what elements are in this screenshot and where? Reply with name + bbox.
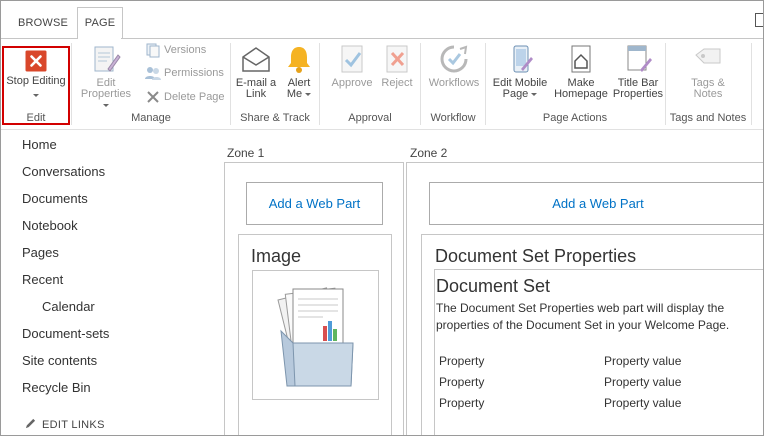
property-name: Property bbox=[439, 354, 485, 368]
property-name: Property bbox=[439, 396, 485, 410]
ribbon: Stop Editing Edit Edit Properties Versio… bbox=[1, 39, 763, 130]
nav-item-home[interactable]: Home bbox=[22, 137, 57, 152]
group-approval: Approve Reject Approval bbox=[320, 39, 420, 129]
document-set-image-icon bbox=[277, 287, 354, 387]
stop-editing-highlight bbox=[2, 46, 70, 125]
group-manage: Edit Properties Versions Permissions Del… bbox=[72, 39, 230, 129]
document-set-properties-body: Document Set The Document Set Properties… bbox=[434, 269, 763, 435]
property-name: Property bbox=[439, 375, 485, 389]
image-frame bbox=[252, 270, 379, 400]
image-web-part: Image bbox=[238, 234, 392, 435]
document-set-properties-web-part: Document Set Properties Document Set The… bbox=[421, 234, 763, 435]
ribbon-tabbar: BROWSE PAGE bbox=[1, 1, 763, 39]
document-set-description: The Document Set Properties web part wil… bbox=[436, 301, 730, 332]
nav-item-documents[interactable]: Documents bbox=[22, 191, 88, 206]
nav-item-notebook[interactable]: Notebook bbox=[22, 218, 78, 233]
sharepoint-window: BROWSE PAGE Stop Editing Edit Edit Prope… bbox=[0, 0, 764, 436]
image-web-part-title: Image bbox=[251, 246, 302, 266]
pencil-icon bbox=[25, 418, 36, 429]
group-label-tags-notes: Tags and Notes bbox=[669, 112, 747, 124]
make-homepage-button[interactable]: Make Homepage bbox=[552, 43, 610, 100]
edit-links-button[interactable]: EDIT LINKS bbox=[25, 418, 105, 431]
workflows-button[interactable]: Workflows bbox=[425, 43, 483, 89]
nav-item-recent[interactable]: Recent bbox=[22, 272, 63, 287]
email-link-button[interactable]: E-mail a Link bbox=[234, 43, 278, 100]
document-set-properties-title: Document Set Properties bbox=[435, 246, 637, 266]
tag-icon bbox=[695, 48, 721, 64]
reject-button[interactable]: Reject bbox=[378, 43, 416, 89]
permissions-button[interactable]: Permissions bbox=[145, 63, 224, 83]
nav-item-calendar[interactable]: Calendar bbox=[42, 299, 95, 314]
approve-button[interactable]: Approve bbox=[328, 43, 376, 89]
nav-item-document-sets[interactable]: Document-sets bbox=[22, 326, 109, 341]
group-label-approval: Approval bbox=[348, 112, 392, 124]
edit-properties-icon bbox=[94, 46, 121, 72]
group-page-actions: Edit Mobile Page Make Homepage Title Bar bbox=[486, 39, 664, 129]
nav-item-site-contents[interactable]: Site contents bbox=[22, 353, 97, 368]
group-workflow: Workflows Workflow bbox=[421, 39, 485, 129]
property-value: Property value bbox=[604, 375, 682, 389]
workflows-icon bbox=[440, 45, 468, 73]
alert-me-button[interactable]: Alert Me bbox=[281, 43, 317, 100]
tab-browse[interactable]: BROWSE bbox=[9, 8, 77, 38]
document-set-heading: Document Set bbox=[436, 276, 551, 296]
title-bar-properties-button[interactable]: Title Bar Properties bbox=[612, 43, 664, 100]
nav-item-conversations[interactable]: Conversations bbox=[22, 164, 105, 179]
edit-properties-button[interactable]: Edit Properties bbox=[78, 43, 134, 111]
add-web-part-zone-2-button[interactable]: Add a Web Part bbox=[429, 182, 763, 225]
homepage-icon bbox=[571, 45, 591, 73]
mobile-page-icon bbox=[513, 45, 533, 73]
focus-on-content-icon[interactable] bbox=[755, 13, 763, 27]
envelope-icon bbox=[242, 47, 270, 72]
title-bar-properties-icon bbox=[627, 45, 652, 72]
permissions-icon bbox=[145, 67, 161, 81]
group-share-track: E-mail a Link Alert Me Share & Track bbox=[231, 39, 319, 129]
zone-1-title: Zone 1 bbox=[227, 146, 265, 160]
tab-page[interactable]: PAGE bbox=[77, 7, 123, 39]
add-web-part-zone-1-button[interactable]: Add a Web Part bbox=[246, 182, 383, 225]
versions-button[interactable]: Versions bbox=[145, 40, 206, 60]
approve-icon bbox=[341, 45, 363, 73]
nav-item-recycle-bin[interactable]: Recycle Bin bbox=[22, 380, 91, 395]
delete-page-button[interactable]: Delete Page bbox=[145, 87, 225, 107]
property-value: Property value bbox=[604, 396, 682, 410]
reject-icon bbox=[386, 45, 408, 73]
group-tags-notes: Tags & Notes Tags and Notes bbox=[666, 39, 750, 129]
zone-2-title: Zone 2 bbox=[410, 146, 448, 160]
group-label-page-actions: Page Actions bbox=[542, 112, 608, 124]
edit-mobile-page-button[interactable]: Edit Mobile Page bbox=[490, 43, 550, 100]
group-label-share-track: Share & Track bbox=[240, 112, 310, 124]
delete-icon bbox=[147, 91, 159, 103]
bell-icon bbox=[288, 47, 310, 73]
group-label-workflow: Workflow bbox=[430, 112, 476, 124]
group-label-manage: Manage bbox=[131, 112, 171, 124]
versions-icon bbox=[146, 43, 160, 58]
nav-item-pages[interactable]: Pages bbox=[22, 245, 59, 260]
property-value: Property value bbox=[604, 354, 682, 368]
tags-notes-button[interactable]: Tags & Notes bbox=[678, 43, 738, 100]
